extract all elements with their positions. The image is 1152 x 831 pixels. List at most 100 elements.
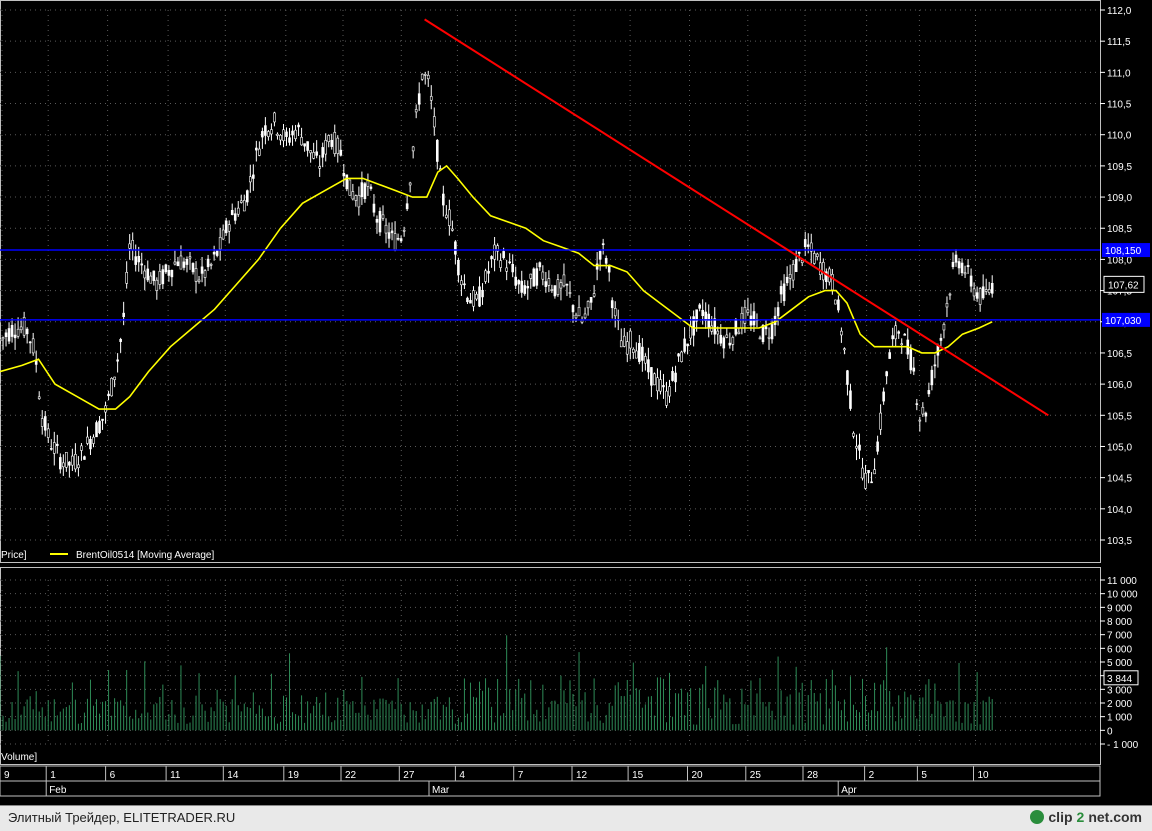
candle-body bbox=[363, 183, 367, 200]
volume-tick-label: 11 000 bbox=[1107, 576, 1137, 587]
candle-body bbox=[598, 251, 602, 260]
clip2net-icon bbox=[1030, 810, 1045, 824]
candle-body bbox=[794, 258, 798, 273]
candle-body bbox=[31, 338, 35, 354]
candle-body bbox=[978, 288, 982, 305]
candle-body bbox=[152, 270, 156, 281]
candle-body bbox=[315, 151, 318, 156]
x-day-label: 27 bbox=[403, 770, 415, 781]
candle-body bbox=[345, 174, 349, 190]
candle-body bbox=[206, 258, 210, 268]
candle-body bbox=[182, 261, 186, 268]
candle-body bbox=[113, 376, 116, 380]
candle-body bbox=[95, 422, 98, 438]
candle-body bbox=[291, 130, 294, 136]
candle-body bbox=[134, 256, 138, 265]
candle-body bbox=[86, 436, 89, 444]
candle-body bbox=[297, 124, 300, 128]
candle-body bbox=[417, 93, 421, 105]
candle-body bbox=[894, 325, 897, 340]
candle-body bbox=[876, 441, 879, 452]
volume-legend-prefix: Volume] bbox=[1, 752, 37, 763]
candle-body bbox=[523, 285, 527, 294]
candle-body bbox=[242, 200, 246, 212]
candle-body bbox=[776, 307, 780, 317]
candle-body bbox=[435, 139, 439, 162]
candle-body bbox=[837, 299, 840, 311]
x-day-label: 28 bbox=[807, 770, 819, 781]
candle-body bbox=[327, 135, 331, 143]
candle-body bbox=[28, 341, 32, 344]
candle-body bbox=[107, 393, 110, 397]
candle-body bbox=[336, 137, 340, 154]
candle-body bbox=[613, 308, 617, 317]
candle-body bbox=[209, 263, 213, 266]
candle-body bbox=[493, 244, 496, 260]
candle-body bbox=[300, 136, 303, 146]
footer-credit: Элитный Трейдер, ELITETRADER.RU bbox=[8, 810, 236, 825]
candle-body bbox=[1, 337, 5, 340]
candle-body bbox=[574, 314, 578, 319]
candle-body bbox=[267, 131, 270, 137]
x-day-label: 7 bbox=[518, 770, 524, 781]
candle-body bbox=[849, 390, 852, 409]
candle-body bbox=[625, 341, 629, 355]
candle-body bbox=[737, 331, 741, 334]
candle-body bbox=[46, 428, 50, 438]
candle-body bbox=[728, 342, 732, 346]
candle-body bbox=[659, 379, 662, 392]
candle-body bbox=[517, 280, 521, 285]
candle-body bbox=[89, 438, 92, 450]
candle-body bbox=[559, 282, 563, 289]
candle-body bbox=[56, 443, 59, 446]
candle-body bbox=[309, 150, 312, 154]
last-volume-label: 3 844 bbox=[1107, 674, 1132, 685]
candle-body bbox=[324, 140, 328, 155]
candle-body bbox=[586, 301, 590, 309]
candle-body bbox=[951, 261, 955, 268]
candle-body bbox=[354, 195, 358, 201]
candle-body bbox=[40, 418, 44, 427]
volume-tick-label: 10 000 bbox=[1107, 590, 1138, 601]
candle-body bbox=[77, 464, 80, 469]
candle-body bbox=[71, 455, 74, 466]
candle-body bbox=[622, 335, 626, 347]
candle-body bbox=[460, 280, 463, 286]
candle-body bbox=[119, 339, 122, 342]
candle-body bbox=[387, 232, 391, 239]
candle-body bbox=[74, 454, 77, 470]
candle-body bbox=[806, 244, 810, 247]
volume-tick-label: - 1 000 bbox=[1107, 740, 1139, 751]
volume-tick-label: 1 000 bbox=[1107, 713, 1132, 724]
candle-body bbox=[565, 283, 569, 286]
level-tag-label: 108,150 bbox=[1105, 246, 1142, 257]
candle-body bbox=[218, 236, 222, 250]
x-day-label: 14 bbox=[227, 770, 239, 781]
candle-body bbox=[601, 243, 605, 246]
candle-body bbox=[984, 289, 988, 292]
candle-body bbox=[170, 269, 174, 278]
candle-body bbox=[641, 346, 644, 361]
candle-body bbox=[396, 238, 400, 240]
candle-body bbox=[553, 285, 557, 297]
volume-tick-label: 8 000 bbox=[1107, 617, 1132, 628]
candle-body bbox=[619, 340, 623, 348]
candle-body bbox=[125, 272, 128, 284]
candle-body bbox=[348, 179, 352, 196]
candle-body bbox=[499, 260, 502, 268]
candle-body bbox=[644, 356, 647, 364]
candle-body bbox=[855, 445, 858, 449]
candle-body bbox=[502, 251, 505, 259]
candle-body bbox=[990, 282, 994, 294]
candle-body bbox=[568, 292, 572, 294]
x-month-label: Apr bbox=[841, 785, 857, 796]
candle-body bbox=[815, 253, 819, 257]
candle-body bbox=[689, 326, 692, 339]
candle-body bbox=[282, 129, 285, 142]
candle-body bbox=[423, 74, 427, 76]
candle-body bbox=[116, 359, 119, 362]
candle-body bbox=[381, 214, 385, 219]
candle-body bbox=[701, 309, 704, 317]
candle-body bbox=[532, 268, 536, 287]
candle-body bbox=[164, 264, 168, 273]
